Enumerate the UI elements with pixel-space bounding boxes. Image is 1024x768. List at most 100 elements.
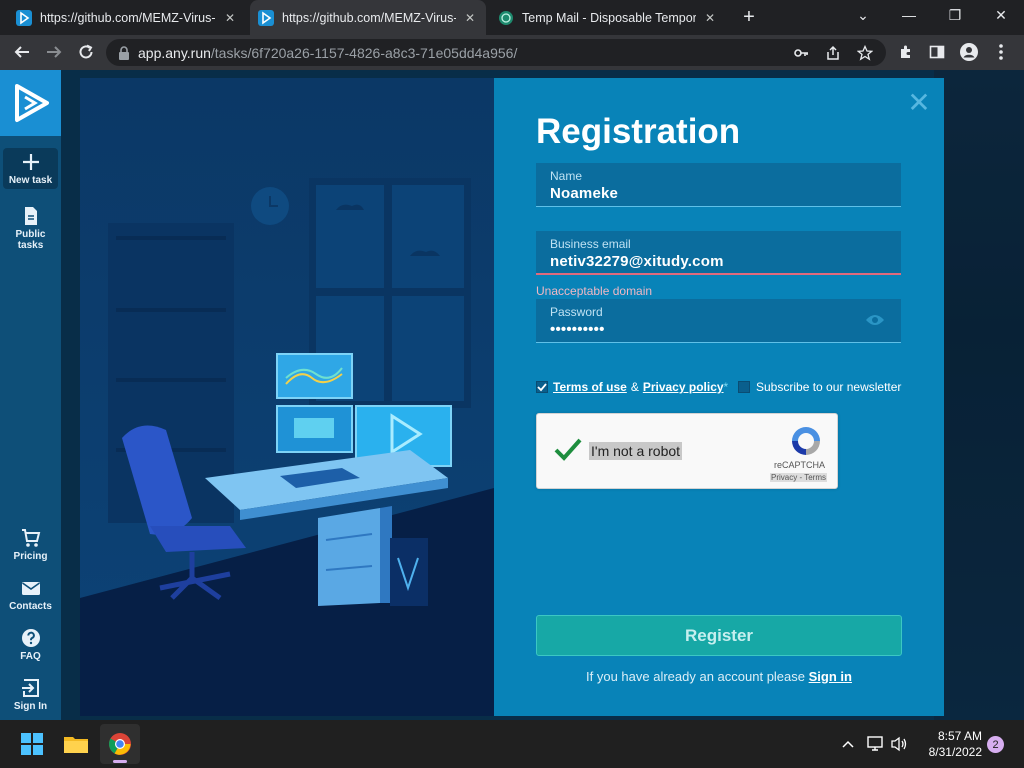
- browser-tab-1[interactable]: https://github.com/MEMZ-Virus- ✕: [8, 0, 246, 35]
- file-explorer-button[interactable]: [56, 724, 96, 764]
- clock-time: 8:57 AM: [937, 729, 982, 743]
- browser-tab-3[interactable]: Temp Mail - Disposable Tempora ✕: [490, 0, 726, 35]
- register-button[interactable]: Register: [536, 615, 902, 656]
- name-label: Name: [550, 169, 583, 183]
- tab-search-icon[interactable]: ⌄: [840, 0, 886, 30]
- lock-icon: [119, 45, 129, 60]
- bookmark-star-icon[interactable]: [856, 44, 874, 62]
- terms-of-use-link[interactable]: Terms of use: [553, 380, 627, 394]
- signin-prompt-text: If you have already an account please: [586, 669, 805, 684]
- newsletter-checkbox[interactable]: [738, 381, 750, 393]
- sign-in-link[interactable]: Sign in: [809, 669, 852, 684]
- required-star: *: [723, 380, 729, 394]
- registration-panel: ✕ Registration Name Noameke Business ema…: [494, 78, 944, 716]
- browser-tab-strip: https://github.com/MEMZ-Virus- ✕ https:/…: [0, 0, 1024, 35]
- password-label: Password: [550, 305, 603, 319]
- close-window-button[interactable]: ✕: [978, 0, 1024, 30]
- app-viewport: New task Public tasks Pricing Contacts F…: [0, 70, 1024, 720]
- arrow-right-icon: [47, 46, 62, 58]
- email-error-message: Unacceptable domain: [536, 284, 653, 298]
- side-panel-icon[interactable]: [928, 43, 946, 61]
- password-value[interactable]: ••••••••••: [550, 321, 887, 338]
- browser-tab-2[interactable]: https://github.com/MEMZ-Virus- ✕: [250, 0, 486, 35]
- back-button[interactable]: [8, 38, 36, 66]
- extensions-icon[interactable]: [897, 43, 915, 61]
- new-tab-button[interactable]: +: [738, 6, 760, 28]
- sidebar-item-label: Public tasks: [15, 229, 46, 251]
- tab-title: https://github.com/MEMZ-Virus-: [40, 10, 216, 25]
- address-bar[interactable]: app.any.run/tasks/6f720a26-1157-4826-a8c…: [106, 39, 886, 66]
- captcha-label: I'm not a robot: [589, 442, 683, 460]
- tab-title: https://github.com/MEMZ-Virus-: [282, 10, 456, 25]
- tempmail-icon: [499, 10, 513, 25]
- clock-date: 8/31/2022: [928, 745, 982, 759]
- sidebar-item-faq[interactable]: FAQ: [3, 628, 58, 662]
- url-text: app.any.run/tasks/6f720a26-1157-4826-a8c…: [138, 45, 517, 61]
- key-icon[interactable]: [792, 44, 810, 62]
- sidebar-item-sign-in[interactable]: Sign In: [3, 678, 58, 712]
- terms-checkbox[interactable]: [536, 381, 548, 393]
- terms-ampersand: &: [630, 380, 639, 394]
- tab-close-icon[interactable]: ✕: [222, 11, 238, 25]
- windows-taskbar: 8:57 AM 8/31/2022 2: [0, 720, 1024, 768]
- notification-badge[interactable]: 2: [987, 736, 1004, 753]
- anyrun-logo[interactable]: [0, 70, 61, 136]
- name-value[interactable]: Noameke: [550, 185, 887, 202]
- tab-close-icon[interactable]: ✕: [462, 11, 478, 25]
- signin-icon: [21, 679, 39, 697]
- mail-icon: [21, 582, 40, 595]
- sidebar-item-label: Pricing: [13, 551, 48, 562]
- windows-logo-icon: [21, 733, 43, 755]
- show-password-eye-icon[interactable]: [865, 313, 885, 327]
- document-icon: [24, 207, 37, 225]
- privacy-policy-link[interactable]: Privacy policy: [643, 380, 724, 394]
- signin-prompt: If you have already an account please Si…: [536, 669, 902, 684]
- network-icon[interactable]: [866, 734, 886, 754]
- recaptcha-privacy-terms[interactable]: Privacy - Terms: [770, 473, 827, 482]
- system-clock[interactable]: 8:57 AM 8/31/2022: [916, 728, 982, 760]
- menu-dots-icon[interactable]: [992, 43, 1010, 61]
- active-indicator: [113, 760, 127, 763]
- folder-icon: [64, 737, 88, 753]
- newsletter-consent: Subscribe to our newsletter: [738, 380, 901, 394]
- sidebar-item-label: FAQ: [20, 651, 41, 662]
- share-icon[interactable]: [824, 44, 842, 62]
- desk-illustration: [80, 78, 494, 716]
- browser-toolbar: app.any.run/tasks/6f720a26-1157-4826-a8c…: [0, 35, 1024, 70]
- newsletter-label[interactable]: Subscribe to our newsletter: [756, 380, 901, 394]
- sidebar-item-new-task[interactable]: New task: [3, 148, 58, 189]
- profile-icon[interactable]: [960, 43, 978, 61]
- terms-consent: Terms of use & Privacy policy *: [536, 380, 728, 394]
- email-value[interactable]: netiv32279@xitudy.com: [550, 253, 887, 270]
- plus-icon: [22, 154, 39, 170]
- recaptcha-brand: reCAPTCHA: [773, 460, 825, 470]
- sidebar-item-contacts[interactable]: Contacts: [3, 578, 58, 612]
- restore-button[interactable]: ❐: [932, 0, 978, 30]
- registration-title: Registration: [536, 112, 741, 151]
- tab-close-icon[interactable]: ✕: [702, 11, 718, 25]
- sidebar-item-public-tasks[interactable]: Public tasks: [3, 206, 58, 251]
- sidebar-item-pricing[interactable]: Pricing: [3, 528, 58, 562]
- name-field[interactable]: Name Noameke: [536, 163, 901, 207]
- chrome-taskbar-button[interactable]: [100, 724, 140, 764]
- captcha-checkmark-icon[interactable]: [553, 434, 583, 464]
- show-hidden-icons-chevron-icon[interactable]: [838, 734, 858, 754]
- anyrun-icon: [16, 9, 32, 26]
- minimize-button[interactable]: —: [886, 0, 932, 30]
- recaptcha-widget[interactable]: I'm not a robot reCAPTCHA Privacy - Term…: [536, 413, 838, 489]
- business-email-field[interactable]: Business email netiv32279@xitudy.com: [536, 231, 901, 275]
- reload-icon: [79, 44, 93, 59]
- start-button[interactable]: [12, 724, 52, 764]
- close-modal-icon[interactable]: ✕: [907, 89, 931, 117]
- password-field[interactable]: Password ••••••••••: [536, 299, 901, 343]
- volume-icon[interactable]: [890, 734, 910, 754]
- arrow-left-icon: [14, 46, 29, 58]
- email-label: Business email: [550, 237, 631, 251]
- cart-icon: [21, 529, 40, 547]
- reload-button[interactable]: [72, 38, 100, 66]
- sidebar-item-label: Sign In: [13, 701, 48, 712]
- registration-modal: ✕ Registration Name Noameke Business ema…: [80, 78, 944, 716]
- workspace-illustration: [80, 78, 494, 716]
- forward-button[interactable]: [40, 38, 68, 66]
- url-path: /tasks/6f720a26-1157-4826-a8c3-71e05dd4a…: [210, 44, 518, 61]
